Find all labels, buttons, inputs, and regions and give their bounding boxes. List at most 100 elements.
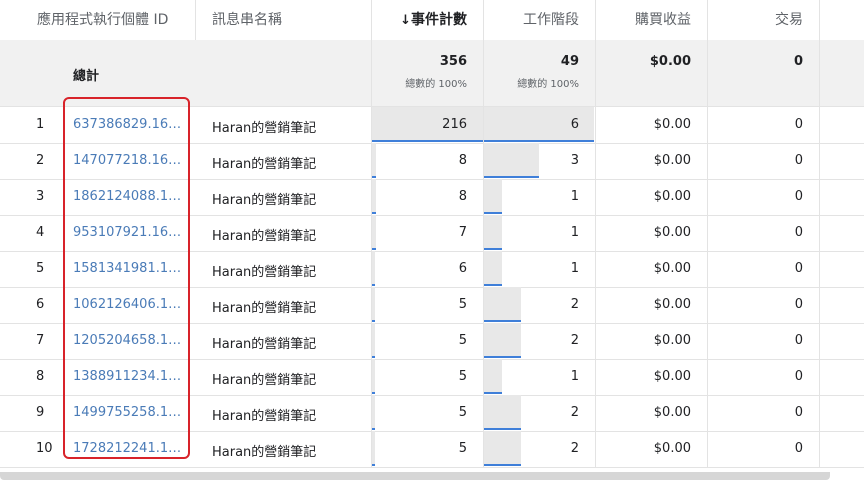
event-count-value: 8 [458, 153, 467, 168]
sort-descending-icon[interactable]: ↓ [400, 13, 411, 28]
stream-name: Haran的營銷筆記 [212, 409, 317, 424]
stream-name-cell: Haran的營銷筆記 [196, 431, 372, 467]
sessions-cell: 1 [484, 179, 596, 215]
totals-revenue: $0.00 [649, 54, 691, 69]
sessions-bar-line [484, 212, 502, 214]
transactions-value: 0 [794, 189, 803, 204]
sessions-value: 1 [570, 189, 579, 204]
transactions-value: 0 [794, 297, 803, 312]
event-count-bar-line [372, 392, 375, 394]
stream-name-cell: Haran的營銷筆記 [196, 395, 372, 431]
transactions-cell: 0 [708, 395, 820, 431]
transactions-cell: 0 [708, 215, 820, 251]
stream-name-cell: Haran的營銷筆記 [196, 215, 372, 251]
sessions-bar [484, 215, 502, 249]
sessions-cell: 1 [484, 215, 596, 251]
event-count-cell: 5 [372, 359, 484, 395]
header-purchase-revenue[interactable]: 購買收益 [596, 0, 708, 40]
transactions-value: 0 [794, 405, 803, 420]
transactions-value: 0 [794, 117, 803, 132]
revenue-cell: $0.00 [596, 359, 708, 395]
revenue-cell: $0.00 [596, 107, 708, 143]
row-index: 6 [36, 297, 45, 312]
transactions-cell: 0 [708, 323, 820, 359]
transactions-cell: 0 [708, 251, 820, 287]
sessions-bar [484, 431, 521, 465]
event-count-bar-line [372, 464, 375, 466]
sessions-value: 2 [570, 297, 579, 312]
revenue-cell: $0.00 [596, 179, 708, 215]
event-count-cell: 8 [372, 179, 484, 215]
event-count-bar-line [372, 428, 375, 430]
transactions-cell: 0 [708, 143, 820, 179]
event-count-bar [372, 143, 376, 177]
sessions-cell: 2 [484, 395, 596, 431]
transactions-value: 0 [794, 153, 803, 168]
sessions-bar-line [484, 176, 539, 178]
revenue-cell: $0.00 [596, 287, 708, 323]
event-count-cell: 216 [372, 107, 484, 143]
transactions-cell: 0 [708, 359, 820, 395]
stream-name: Haran的營銷筆記 [212, 157, 317, 172]
totals-sessions-cell: 49 總數的 100% [484, 40, 596, 106]
event-count-bar [372, 287, 375, 321]
header-app-instance-id-label: 應用程式執行個體 ID [37, 12, 169, 28]
header-sessions-label: 工作階段 [523, 12, 579, 28]
header-stream-name[interactable]: 訊息串名稱 [196, 0, 372, 40]
header-app-instance-id[interactable]: 應用程式執行個體 ID [0, 0, 196, 40]
revenue-cell: $0.00 [596, 323, 708, 359]
event-count-bar [372, 251, 375, 285]
sessions-value: 1 [570, 261, 579, 276]
event-count-value: 5 [458, 369, 467, 384]
sessions-value: 2 [570, 333, 579, 348]
event-count-cell: 8 [372, 143, 484, 179]
sessions-bar-line [484, 140, 594, 142]
sessions-bar-line [484, 284, 502, 286]
sessions-bar [484, 395, 521, 429]
event-count-bar [372, 215, 376, 249]
transactions-cell: 0 [708, 179, 820, 215]
horizontal-scrollbar[interactable] [0, 472, 830, 480]
row-index: 4 [36, 225, 45, 240]
stream-name-cell: Haran的營銷筆記 [196, 251, 372, 287]
sessions-value: 2 [570, 405, 579, 420]
stream-name: Haran的營銷筆記 [212, 121, 317, 136]
event-count-value: 8 [458, 189, 467, 204]
header-sessions[interactable]: 工作階段 [484, 0, 596, 40]
sessions-bar [484, 323, 521, 357]
stream-name-cell: Haran的營銷筆記 [196, 179, 372, 215]
row-index: 1 [36, 117, 45, 132]
header-transactions[interactable]: 交易 [708, 0, 820, 40]
sessions-bar-line [484, 464, 521, 466]
revenue-cell: $0.00 [596, 215, 708, 251]
sessions-bar-line [484, 248, 502, 250]
revenue-value: $0.00 [653, 441, 691, 456]
sessions-bar-line [484, 428, 521, 430]
stream-name: Haran的營銷筆記 [212, 301, 317, 316]
sessions-value: 6 [570, 117, 579, 132]
stream-name-cell: Haran的營銷筆記 [196, 107, 372, 143]
sessions-bar-line [484, 356, 521, 358]
sessions-cell: 3 [484, 143, 596, 179]
transactions-value: 0 [794, 225, 803, 240]
header-event-count-label: 事件計數 [411, 12, 467, 28]
totals-sessions-percent: 總數的 100% [517, 79, 579, 90]
sessions-cell: 1 [484, 251, 596, 287]
revenue-cell: $0.00 [596, 395, 708, 431]
event-count-cell: 5 [372, 395, 484, 431]
header-purchase-revenue-label: 購買收益 [635, 12, 691, 28]
sessions-bar [484, 179, 502, 213]
event-count-bar-line [372, 140, 483, 142]
sessions-bar [484, 251, 502, 285]
totals-event-count-cell: 356 總數的 100% [372, 40, 484, 106]
sessions-value: 1 [570, 225, 579, 240]
stream-name-cell: Haran的營銷筆記 [196, 287, 372, 323]
highlight-box [63, 97, 190, 459]
header-stream-name-label: 訊息串名稱 [212, 12, 282, 28]
transactions-cell: 0 [708, 107, 820, 143]
event-count-bar-line [372, 284, 375, 286]
header-event-count[interactable]: ↓事件計數 [372, 0, 484, 40]
sessions-bar [484, 143, 539, 177]
sessions-bar [484, 359, 502, 393]
row-index: 2 [36, 153, 45, 168]
